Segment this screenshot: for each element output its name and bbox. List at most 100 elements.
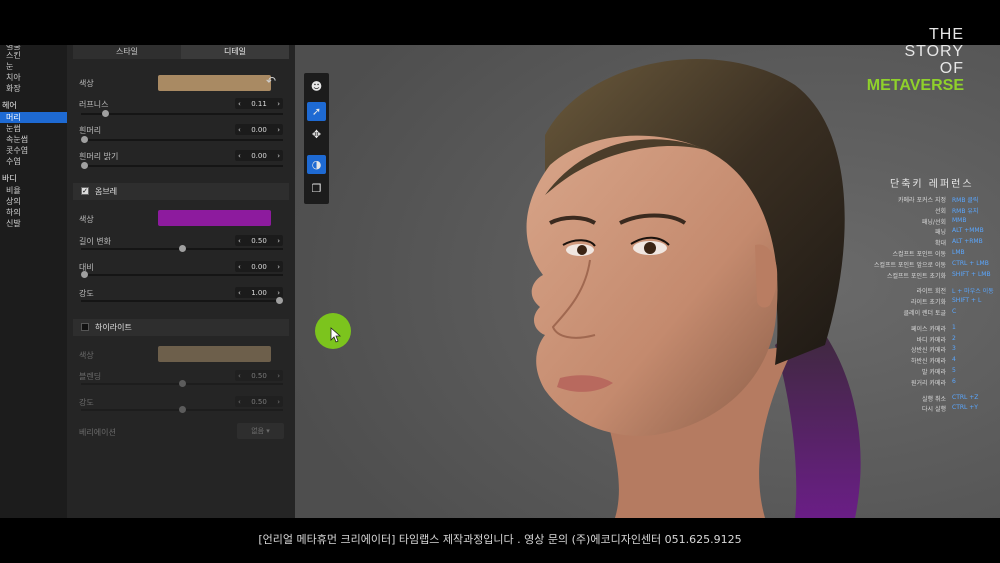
hair-detail-panel: 스타일 디테일 색상 ↶ 러프니스 ‹ 0.11 › 흰머리 ‹ 0.00 › 흰머리 …: [67, 45, 295, 518]
logo-line: THE: [929, 26, 964, 43]
nav-item-mustache[interactable]: 콧수염: [0, 145, 67, 156]
shortcut-key: L + 마우스 이동: [952, 288, 994, 296]
increment-icon[interactable]: ›: [274, 398, 283, 406]
ombre-color-swatch[interactable]: [158, 210, 271, 226]
ombre-section-header[interactable]: ✓ 옴브레: [73, 183, 289, 200]
decrement-icon[interactable]: ‹: [235, 263, 244, 271]
logo-line: STORY: [904, 43, 964, 60]
nav-item-makeup[interactable]: 화장: [0, 83, 67, 94]
roughness-value: 0.11: [251, 99, 267, 108]
shortcut-row: 클레이 렌더 토글 C: [840, 308, 998, 317]
highlight-color-swatch[interactable]: [158, 346, 271, 362]
gray-brightness-slider[interactable]: [81, 162, 283, 169]
increment-icon[interactable]: ›: [274, 289, 283, 297]
slider-knob[interactable]: [102, 110, 110, 117]
blend-stepper[interactable]: ‹ 0.50 ›: [235, 370, 283, 381]
shortcut-key: CTRL + LMB: [952, 259, 989, 267]
slider-knob[interactable]: [178, 406, 186, 413]
length-stepper[interactable]: ‹ 0.50 ›: [235, 235, 283, 246]
nav-item-proportions[interactable]: 비율: [0, 185, 67, 196]
shortcut-row: 패닝 ALT +MMB: [840, 227, 998, 236]
intensity-stepper[interactable]: ‹ 1.00 ›: [235, 287, 283, 298]
highlight-intensity-slider[interactable]: [81, 406, 283, 413]
highlight-section-header[interactable]: 하이라이트: [73, 319, 289, 336]
shortcut-action: 발 카메라: [922, 369, 946, 376]
decrement-icon[interactable]: ‹: [235, 237, 244, 245]
logo-line: OF: [939, 60, 964, 77]
nav-item-teeth[interactable]: 치아: [0, 72, 67, 83]
intensity-slider[interactable]: [81, 297, 283, 304]
reset-icon[interactable]: ↶: [266, 74, 276, 88]
shortcut-key: 5: [952, 367, 956, 374]
decrement-icon[interactable]: ‹: [235, 126, 244, 134]
blend-slider[interactable]: [81, 380, 283, 387]
roughness-stepper[interactable]: ‹ 0.11 ›: [235, 98, 283, 109]
sculpt-icon[interactable]: ◑: [307, 155, 326, 174]
nav-item-bottom[interactable]: 하의: [0, 207, 67, 218]
shortcut-key: 4: [952, 356, 956, 364]
tab-style[interactable]: 스타일: [73, 45, 181, 59]
highlight-checkbox[interactable]: [81, 323, 89, 331]
slider-knob[interactable]: [81, 162, 88, 169]
move-icon[interactable]: ✥: [307, 125, 326, 144]
ombre-label: 옴브레: [95, 187, 118, 196]
contrast-value: 0.00: [251, 262, 267, 271]
ombre-checkbox[interactable]: ✓: [81, 187, 89, 195]
viewport-toolbar: ☻ ➚ ✥ ◑ ❐: [304, 73, 329, 204]
decrement-icon[interactable]: ‹: [235, 372, 244, 380]
character-render: [295, 45, 1000, 518]
gray-hair-slider[interactable]: [81, 136, 283, 143]
gray-brightness-stepper[interactable]: ‹ 0.00 ›: [235, 150, 283, 161]
highlight-intensity-stepper[interactable]: ‹ 0.50 ›: [235, 396, 283, 407]
shortcut-key: 6: [952, 377, 956, 385]
contrast-slider[interactable]: [81, 271, 283, 278]
decrement-icon[interactable]: ‹: [235, 152, 244, 160]
nav-item-beard[interactable]: 수염: [0, 156, 67, 167]
nav-item-top[interactable]: 상의: [0, 196, 67, 207]
slider-knob[interactable]: [178, 245, 186, 252]
shortcut-row: 페이스 카메라 1: [840, 324, 998, 333]
increment-icon[interactable]: ›: [274, 152, 283, 160]
slider-knob[interactable]: [178, 380, 186, 387]
contrast-stepper[interactable]: ‹ 0.00 ›: [235, 261, 283, 272]
nav-item-eyebrows[interactable]: 눈썹: [0, 123, 67, 134]
increment-icon[interactable]: ›: [274, 263, 283, 271]
shortcut-row: 다시 실행 CTRL +Y: [840, 404, 998, 413]
decrement-icon[interactable]: ‹: [235, 289, 244, 297]
variation-dropdown[interactable]: 없음 ▾: [237, 423, 284, 439]
roughness-slider[interactable]: [81, 110, 283, 117]
shortcut-key: CTRL +Z: [952, 393, 979, 401]
hair-color-swatch[interactable]: [158, 75, 271, 91]
nav-item-shoes[interactable]: 신발: [0, 218, 67, 229]
slider-knob[interactable]: [81, 271, 88, 278]
copy-icon[interactable]: ❐: [307, 179, 326, 198]
increment-icon[interactable]: ›: [274, 126, 283, 134]
tab-detail[interactable]: 디테일: [181, 45, 289, 59]
nav-item-head-hair[interactable]: 머리: [0, 112, 67, 123]
shortcut-row: 스컬프트 포인트 초기화 SHIFT + LMB: [840, 271, 998, 280]
increment-icon[interactable]: ›: [274, 100, 283, 108]
select-pointer-icon[interactable]: ➚: [307, 102, 326, 121]
shortcut-row: 실행 취소 CTRL +Z: [840, 394, 998, 403]
highlight-color-label: 색상: [79, 351, 94, 360]
intensity-value: 1.00: [251, 288, 267, 297]
increment-icon[interactable]: ›: [274, 372, 283, 380]
gray-hair-stepper[interactable]: ‹ 0.00 ›: [235, 124, 283, 135]
viewport-3d[interactable]: [295, 45, 1000, 518]
head-icon[interactable]: ☻: [307, 77, 326, 96]
variation-label: 베리에이션: [79, 428, 116, 437]
length-slider[interactable]: [81, 245, 283, 252]
decrement-icon[interactable]: ‹: [235, 100, 244, 108]
increment-icon[interactable]: ›: [274, 237, 283, 245]
nav-item-eyelashes[interactable]: 속눈썹: [0, 134, 67, 145]
shortcut-action: 바디 카메라: [916, 336, 946, 344]
nav-item-skin[interactable]: 스킨: [0, 50, 67, 61]
shortcut-key: RMB 클릭: [952, 197, 979, 204]
slider-knob[interactable]: [276, 297, 283, 304]
shortcut-row: 스컬프트 포인트 앞으로 이동 CTRL + LMB: [840, 260, 998, 269]
slider-knob[interactable]: [81, 136, 88, 143]
shortcut-key: ALT +MMB: [952, 227, 984, 235]
nav-item-eyes[interactable]: 눈: [0, 61, 67, 72]
shortcut-action: 원거리 카메라: [910, 379, 946, 387]
decrement-icon[interactable]: ‹: [235, 398, 244, 406]
